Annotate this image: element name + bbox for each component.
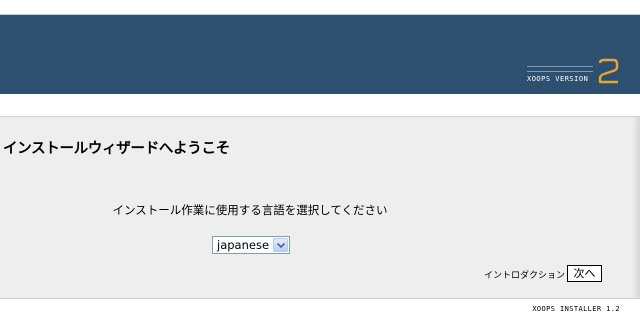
panel-shadow (632, 117, 640, 298)
language-select-value: japanese (217, 238, 270, 252)
header-spacer (0, 94, 640, 117)
header-divider (0, 14, 640, 15)
wizard-content-panel: インストールウィザードへようこそ インストール作業に使用する言語を選択してくださ… (0, 117, 640, 299)
installer-page: XOOPS VERSION インストールウィザードへようこそ インストール作業に… (0, 0, 640, 320)
installer-version-label: XOOPS INSTALLER 1.2 (532, 305, 620, 313)
language-prompt: インストール作業に使用する言語を選択してください (112, 203, 388, 217)
version-decoration (527, 66, 593, 72)
header-banner: XOOPS VERSION (0, 14, 640, 94)
version-label: XOOPS VERSION (527, 75, 589, 83)
dropdown-button[interactable] (273, 238, 288, 252)
language-select[interactable]: japanese (212, 236, 290, 254)
next-button[interactable]: 次へ (567, 265, 602, 282)
chevron-down-icon (277, 243, 285, 248)
page-title: インストールウィザードへようこそ (3, 141, 230, 157)
version-number-logo (598, 58, 619, 84)
footer: XOOPS INSTALLER 1.2 (0, 299, 640, 320)
